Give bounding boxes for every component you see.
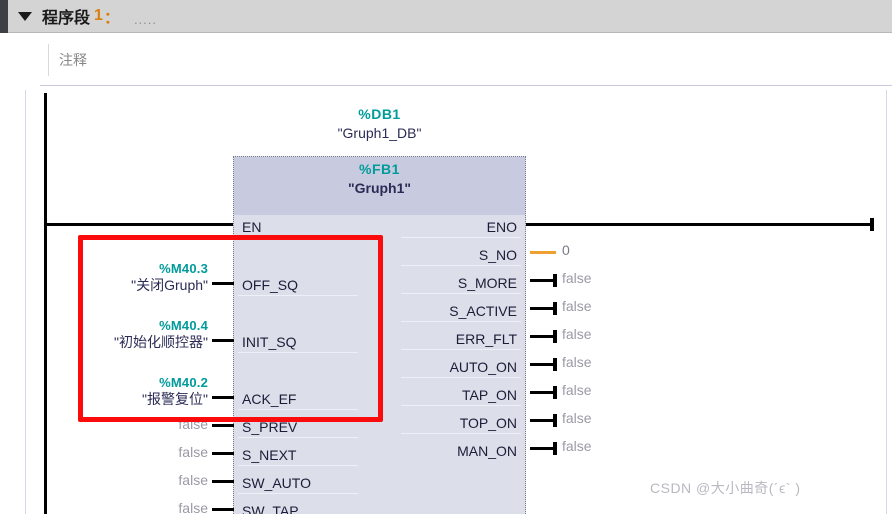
operand-ack-ef[interactable]: %M40.2 "报警复位" — [86, 375, 208, 407]
operand-address: %M40.3 — [159, 261, 208, 276]
power-rail-vertical — [44, 93, 47, 514]
pin-label-s-prev[interactable]: S_PREV — [242, 419, 297, 435]
pin-separator — [401, 321, 521, 322]
pin-label-eno[interactable]: ENO — [487, 219, 517, 235]
wire-sw-auto — [212, 480, 234, 483]
network-number: 1 — [94, 7, 103, 24]
operand-name: "初始化顺控器" — [114, 333, 208, 350]
comment-input[interactable]: 注释 — [48, 44, 888, 76]
value-s-active: false — [562, 298, 592, 314]
pin-separator — [238, 437, 358, 438]
wire-ack-ef — [212, 396, 234, 399]
fb-number: %FB1 — [359, 161, 400, 177]
pin-label-sw-auto[interactable]: SW_AUTO — [242, 475, 311, 491]
network-header[interactable]: 程序段 1 ： ..... — [8, 0, 892, 33]
left-gutter-body — [0, 33, 8, 514]
pin-label-init-sq[interactable]: INIT_SQ — [242, 334, 296, 350]
db-instance-header: %DB1 "Gruph1_DB" — [233, 106, 526, 141]
pin-separator — [238, 409, 358, 410]
pin-label-top-on[interactable]: TOP_ON — [460, 415, 517, 431]
db-name: "Gruph1_DB" — [337, 125, 422, 141]
network-title-placeholder[interactable]: ..... — [134, 12, 157, 27]
comment-divider — [40, 85, 892, 86]
pin-separator — [401, 293, 521, 294]
value-auto-on: false — [562, 354, 592, 370]
pin-label-s-no[interactable]: S_NO — [479, 247, 517, 263]
wire-s-more-terminator — [553, 274, 557, 287]
pin-separator — [401, 349, 521, 350]
operand-address: %M40.2 — [159, 375, 208, 390]
wire-init-sq — [212, 339, 234, 342]
pin-separator — [401, 237, 521, 238]
wire-tap-on-terminator — [553, 386, 557, 399]
pin-label-s-active[interactable]: S_ACTIVE — [449, 303, 517, 319]
function-block-titlebar: %FB1 "Gruph1" — [234, 157, 525, 215]
wire-eno — [526, 223, 874, 226]
wire-s-next — [212, 452, 234, 455]
wire-sw-tap — [212, 508, 234, 511]
db-number: %DB1 — [358, 106, 401, 122]
pin-label-off-sq[interactable]: OFF_SQ — [242, 277, 298, 293]
wire-man-on-terminator — [553, 442, 557, 455]
comment-placeholder: 注释 — [59, 52, 87, 68]
pin-label-ack-ef[interactable]: ACK_EF — [242, 391, 296, 407]
pin-label-err-flt[interactable]: ERR_FLT — [456, 331, 517, 347]
pin-label-man-on[interactable]: MAN_ON — [457, 443, 517, 459]
operand-name: "关闭Gruph" — [131, 276, 208, 293]
value-s-more: false — [562, 270, 592, 286]
value-tap-on: false — [562, 382, 592, 398]
pin-separator — [238, 465, 358, 466]
wire-s-prev — [212, 424, 234, 427]
network-comment-row: 注释 — [8, 34, 892, 86]
wire-s-no — [530, 251, 556, 254]
network-colon: ： — [103, 10, 120, 27]
value-top-on: false — [562, 410, 592, 426]
wire-auto-on-terminator — [553, 358, 557, 371]
operand-init-sq[interactable]: %M40.4 "初始化顺控器" — [72, 318, 208, 350]
value-sw-tap: false — [178, 500, 208, 514]
collapse-triangle-down-icon[interactable] — [8, 11, 42, 21]
value-s-next: false — [178, 444, 208, 460]
pin-separator — [401, 265, 521, 266]
pin-label-auto-on[interactable]: AUTO_ON — [450, 359, 517, 375]
pin-label-s-more[interactable]: S_MORE — [458, 275, 517, 291]
pin-separator — [238, 295, 358, 296]
ladder-canvas: %DB1 "Gruph1_DB" %FB1 "Gruph1" EN OFF_SQ… — [25, 90, 887, 514]
operand-off-sq[interactable]: %M40.3 "关闭Gruph" — [86, 261, 208, 293]
value-sw-auto: false — [178, 472, 208, 488]
pin-label-en[interactable]: EN — [242, 219, 261, 235]
network-title: 程序段 — [42, 10, 91, 27]
watermark: CSDN @大小曲奇(´ϵ` ) — [650, 480, 801, 496]
value-s-prev: false — [178, 416, 208, 432]
pin-separator — [238, 493, 358, 494]
function-block[interactable]: %FB1 "Gruph1" EN OFF_SQ INIT_SQ ACK_EF S… — [233, 156, 526, 514]
wire-err-flt-terminator — [553, 330, 557, 343]
wire-top-on-terminator — [553, 414, 557, 427]
pin-label-tap-on[interactable]: TAP_ON — [462, 387, 517, 403]
pin-separator — [238, 352, 358, 353]
pin-separator — [238, 237, 358, 238]
plc-ladder-editor: 程序段 1 ： ..... 注释 %DB1 "Gruph1_DB" %FB1 "… — [0, 0, 892, 514]
value-s-no: 0 — [562, 242, 570, 258]
pin-label-sw-tap[interactable]: SW_TAP — [242, 503, 299, 514]
power-rail-en-branch — [44, 223, 238, 226]
pin-label-s-next[interactable]: S_NEXT — [242, 447, 296, 463]
value-err-flt: false — [562, 326, 592, 342]
fb-name: "Gruph1" — [347, 180, 412, 196]
wire-eno-terminator — [870, 218, 874, 231]
operand-name: "报警复位" — [142, 390, 208, 407]
wire-off-sq — [212, 282, 234, 285]
wire-s-active-terminator — [553, 302, 557, 315]
pin-separator — [401, 405, 521, 406]
operand-address: %M40.4 — [159, 318, 208, 333]
pin-separator — [401, 377, 521, 378]
pin-separator — [401, 433, 521, 434]
value-man-on: false — [562, 438, 592, 454]
